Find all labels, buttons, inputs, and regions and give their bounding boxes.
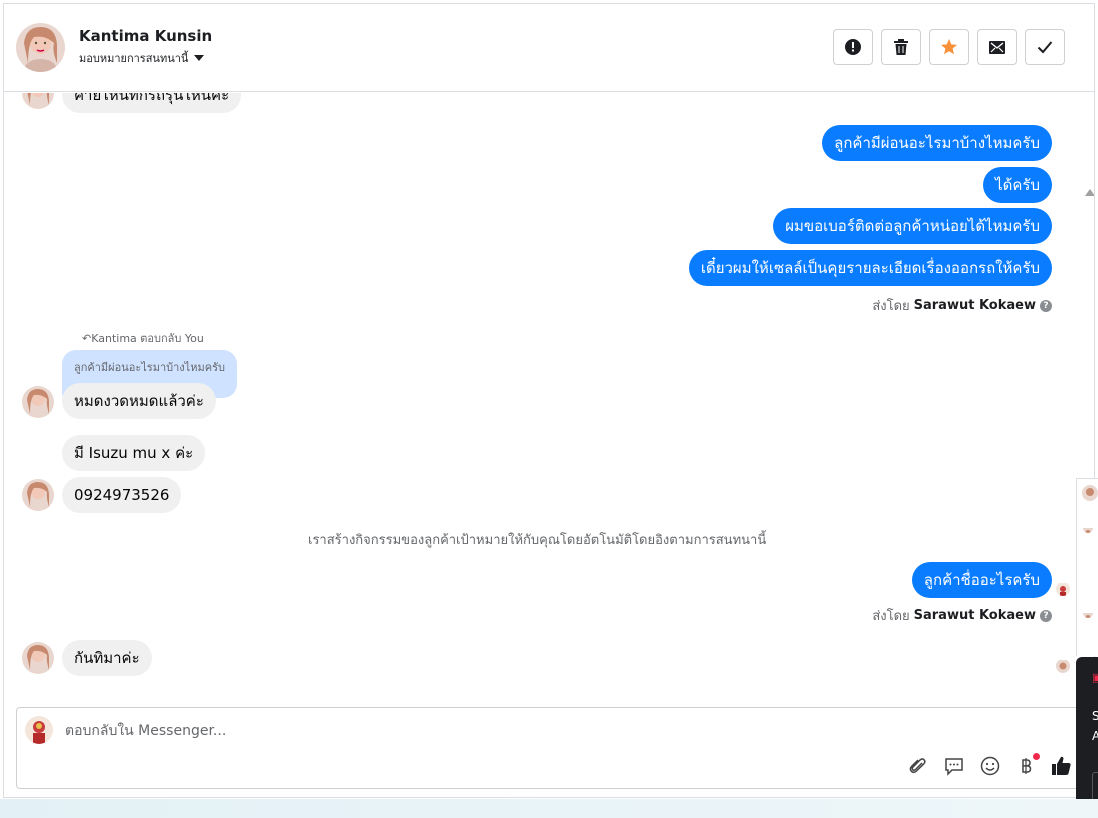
sent-by-name: Sarawut Kokaew: [913, 608, 1036, 623]
assign-label: มอบหมายการสนทนานี้: [79, 52, 189, 65]
scroll-up-arrow-icon[interactable]: [1085, 189, 1094, 196]
contact-name: Kantima Kunsin: [79, 27, 213, 45]
emoji-icon: [980, 756, 1000, 776]
sent-by-label: ส่งโดย Sarawut Kokaew ?: [872, 605, 1052, 626]
emoji-button[interactable]: [978, 754, 1002, 778]
help-icon[interactable]: ?: [1040, 299, 1052, 312]
system-note: เราสร้างกิจกรรมของลูกค้าเป้าหมายให้กับคุ…: [308, 533, 767, 548]
outgoing-message[interactable]: ผมขอเบอร์ติดต่อลูกค้าหน่อยได้ไหมครับ: [773, 208, 1052, 244]
incoming-message[interactable]: ค่ายไหนทักรถรุ่นไหนค่ะ: [62, 93, 242, 113]
reply-composer: [16, 707, 1086, 789]
thumbs-up-icon: [1052, 756, 1071, 775]
outgoing-message[interactable]: ลูกค้ามีผ่อนอะไรมาบ้างไหมครับ: [822, 125, 1052, 161]
star-button[interactable]: [929, 29, 969, 65]
reply-header-text: Kantima ตอบกลับ You: [91, 332, 204, 345]
contact-avatar-small: [22, 642, 54, 674]
contact-avatar-small: [22, 386, 54, 418]
check-icon: [1037, 41, 1053, 54]
baht-icon: [1022, 758, 1032, 774]
done-button[interactable]: [1025, 29, 1065, 65]
quick-reply-button[interactable]: [942, 754, 966, 778]
message-input[interactable]: [65, 720, 965, 742]
sent-by-prefix: ส่งโดย: [872, 609, 910, 624]
paperclip-icon: [909, 758, 926, 774]
trash-icon: [894, 39, 908, 55]
outgoing-message[interactable]: เดี๋ยวผมให้เซลล์เป็นคุยรายละเอียดเรื่องอ…: [688, 250, 1052, 286]
side-thread-panel[interactable]: [1076, 478, 1098, 656]
contact-avatar[interactable]: [16, 23, 65, 72]
inbox-conversation-frame: Kantima Kunsin มอบหมายการสนทนานี้ ค่ายไห…: [3, 3, 1095, 798]
sent-by-label: ส่งโดย Sarawut Kokaew ?: [872, 295, 1052, 316]
incoming-message[interactable]: 0924973526: [62, 477, 182, 513]
conversation-header: Kantima Kunsin มอบหมายการสนทนานี้: [4, 4, 1094, 92]
toast-text-line: S: [1092, 709, 1098, 723]
message-thread[interactable]: ค่ายไหนทักรถรุ่นไหนค่ะ ลูกค้ามีผ่อนอะไรม…: [4, 93, 1094, 705]
incoming-message[interactable]: หมดงวดหมดแล้วค่ะ: [62, 383, 216, 419]
page-background-strip: [0, 799, 1098, 818]
thread-avatar[interactable]: [1083, 523, 1093, 533]
read-receipt-avatar: [1056, 582, 1070, 596]
assign-conversation-dropdown[interactable]: มอบหมายการสนทนานี้: [79, 49, 205, 67]
contact-avatar-small: [22, 479, 54, 511]
help-icon[interactable]: ?: [1040, 609, 1052, 622]
attach-button[interactable]: [906, 754, 930, 778]
reply-header: ↶Kantima ตอบกลับ You: [82, 329, 204, 347]
notification-toast[interactable]: ▣ S A: [1076, 657, 1098, 812]
toast-button[interactable]: [1092, 772, 1098, 802]
caret-down-icon: [194, 55, 205, 61]
thread-avatar[interactable]: [1082, 485, 1098, 501]
outgoing-message[interactable]: ลูกค้าชื่ออะไรครับ: [911, 562, 1052, 598]
toast-text-line: A: [1092, 729, 1098, 743]
payment-button[interactable]: [1014, 753, 1040, 778]
delete-button[interactable]: [881, 29, 921, 65]
seen-avatar: [1056, 659, 1070, 673]
spam-button[interactable]: [833, 29, 873, 65]
like-button[interactable]: [1050, 754, 1074, 778]
calendar-icon: ▣: [1092, 671, 1098, 684]
sent-by-prefix: ส่งโดย: [872, 299, 910, 314]
quick-reply-icon: [945, 758, 963, 776]
outgoing-message[interactable]: ได้ครับ: [983, 167, 1052, 203]
envelope-icon: [989, 41, 1005, 54]
alert-icon: [845, 39, 861, 55]
notification-dot: [1033, 753, 1040, 760]
reply-arrow-icon: ↶: [82, 332, 92, 345]
page-avatar: [25, 716, 53, 744]
thread-avatar[interactable]: [1083, 608, 1093, 618]
mark-unread-button[interactable]: [977, 29, 1017, 65]
sent-by-name: Sarawut Kokaew: [913, 298, 1036, 313]
star-icon: [941, 39, 957, 55]
incoming-message[interactable]: กันทิมาค่ะ: [62, 640, 152, 676]
contact-avatar-small: [22, 93, 54, 109]
incoming-message[interactable]: มี Isuzu mu x ค่ะ: [62, 435, 206, 471]
